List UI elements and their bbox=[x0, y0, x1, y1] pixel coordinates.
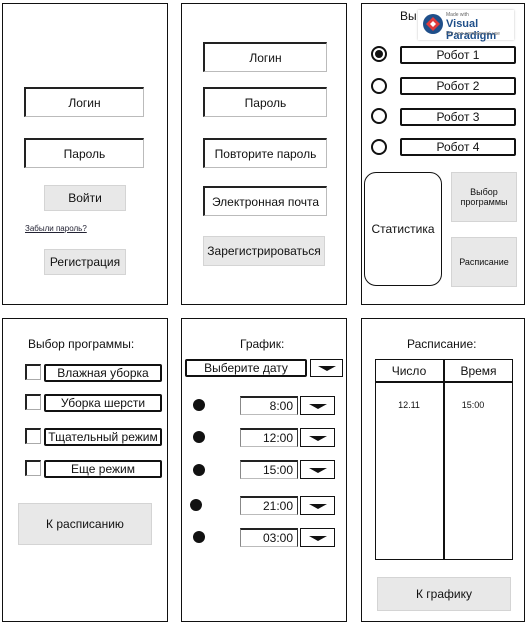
watermark-line2: Visual Paradigm bbox=[446, 18, 497, 42]
register-login-input[interactable]: Логин bbox=[203, 42, 327, 72]
chevron-down-icon bbox=[308, 435, 327, 441]
watermark-line3: For non-commercial use bbox=[446, 31, 500, 37]
program-select-button[interactable]: Выбор программы bbox=[451, 172, 517, 222]
table-header-date: Число bbox=[391, 364, 427, 378]
watermark-badge: Made with Visual Paradigm For non-commer… bbox=[418, 10, 514, 42]
password-input[interactable]: Пароль bbox=[24, 138, 144, 168]
program-1-option[interactable]: Влажная уборка bbox=[44, 364, 162, 382]
program-2-checkbox[interactable] bbox=[25, 394, 41, 410]
program-2-option[interactable]: Уборка шерсти bbox=[44, 394, 162, 412]
time-3-indicator bbox=[193, 464, 205, 476]
email-input[interactable]: Электронная почта bbox=[203, 186, 327, 216]
to-graph-button[interactable]: К графику bbox=[377, 577, 511, 611]
robot-2-option[interactable]: Робот 2 bbox=[400, 77, 516, 95]
program-4-checkbox[interactable] bbox=[25, 460, 41, 476]
time-3-field[interactable]: 15:00 bbox=[240, 460, 298, 479]
program-screen-title: Выбор программы: bbox=[28, 337, 135, 351]
program-3-checkbox[interactable] bbox=[25, 428, 41, 444]
chevron-down-icon bbox=[308, 503, 327, 509]
time-1-dropdown[interactable] bbox=[300, 396, 335, 415]
time-4-dropdown[interactable] bbox=[300, 496, 335, 515]
time-5-indicator bbox=[193, 531, 205, 543]
login-input[interactable]: Логин bbox=[24, 87, 144, 117]
robot-3-option[interactable]: Робот 3 bbox=[400, 108, 516, 126]
date-select[interactable]: Выберите дату bbox=[185, 359, 307, 377]
robot-4-option[interactable]: Робот 4 bbox=[400, 138, 516, 156]
login-button[interactable]: Войти bbox=[44, 185, 126, 211]
robot-3-radio[interactable] bbox=[371, 108, 387, 124]
robot-1-radio[interactable] bbox=[371, 46, 387, 62]
time-4-field[interactable]: 21:00 bbox=[240, 496, 298, 515]
time-2-field[interactable]: 12:00 bbox=[240, 428, 298, 447]
robot-1-option[interactable]: Робот 1 bbox=[400, 46, 516, 64]
program-1-checkbox[interactable] bbox=[25, 364, 41, 380]
table-row-time: 15:00 bbox=[461, 400, 485, 410]
statistics-button[interactable]: Статистика bbox=[364, 172, 442, 286]
repeat-password-input[interactable]: Повторите пароль bbox=[203, 138, 327, 168]
time-2-indicator bbox=[193, 431, 205, 443]
time-1-field[interactable]: 8:00 bbox=[240, 396, 298, 415]
table-header-time: Время bbox=[460, 364, 497, 378]
to-schedule-button[interactable]: К расписанию bbox=[18, 503, 152, 545]
program-3-option[interactable]: Тщательный режим bbox=[44, 428, 162, 446]
time-2-dropdown[interactable] bbox=[300, 428, 335, 447]
robot-2-radio[interactable] bbox=[371, 78, 387, 94]
register-password-input[interactable]: Пароль bbox=[203, 87, 327, 117]
time-4-indicator bbox=[190, 499, 202, 511]
submit-register-button[interactable]: Зарегистрироваться bbox=[203, 236, 325, 266]
chevron-down-icon bbox=[308, 403, 327, 409]
schedule-screen-title: Расписание: bbox=[407, 337, 477, 351]
graph-screen-title: График: bbox=[240, 337, 285, 351]
chevron-down-icon bbox=[317, 366, 336, 371]
time-1-indicator bbox=[193, 399, 205, 411]
forgot-password-link[interactable]: Забыли пароль? bbox=[25, 224, 87, 233]
robot-4-radio[interactable] bbox=[371, 139, 387, 155]
time-5-dropdown[interactable] bbox=[300, 528, 335, 547]
robot-screen-title: Вы bbox=[400, 9, 417, 23]
chevron-down-icon bbox=[308, 535, 327, 541]
program-4-option[interactable]: Еще режим bbox=[44, 460, 162, 478]
time-5-field[interactable]: 03:00 bbox=[240, 528, 298, 547]
date-dropdown-toggle[interactable] bbox=[310, 359, 343, 377]
visual-paradigm-logo-icon bbox=[423, 14, 443, 34]
table-row-date: 12.11 bbox=[398, 400, 420, 410]
time-3-dropdown[interactable] bbox=[300, 460, 335, 479]
table-column-divider bbox=[443, 359, 445, 560]
chevron-down-icon bbox=[308, 467, 327, 473]
schedule-button[interactable]: Расписание bbox=[451, 237, 517, 287]
register-button[interactable]: Регистрация bbox=[44, 249, 126, 275]
